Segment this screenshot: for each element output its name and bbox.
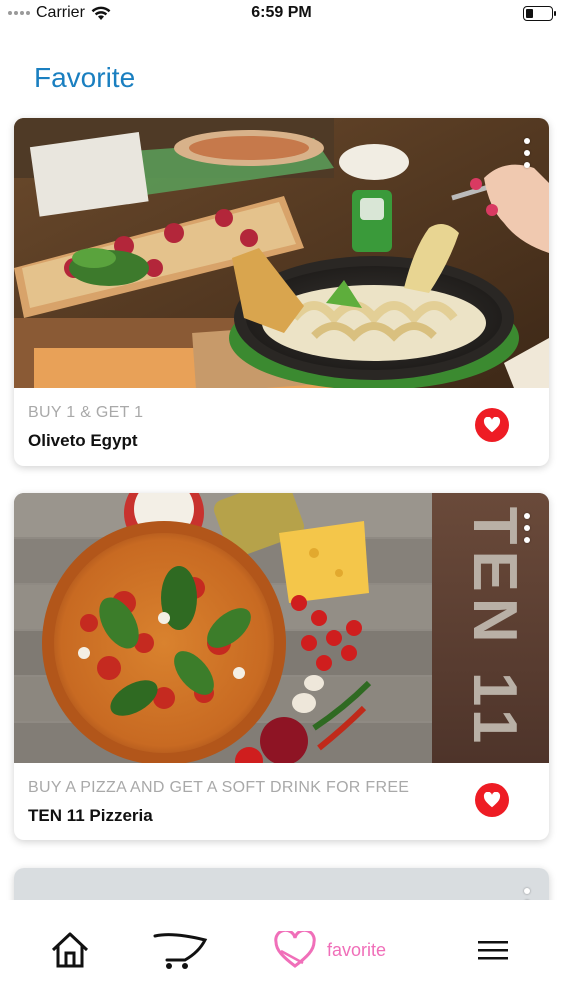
promo-text: BUY 1 & GET 1: [28, 404, 144, 421]
favorite-card[interactable]: TEN 11 BUY A PIZZA AND GET A SOFT DRINK …: [14, 493, 549, 840]
heart-icon: [483, 792, 501, 808]
battery-icon: [523, 6, 556, 21]
card-info: BUY 1 & GET 1 Oliveto Egypt: [14, 388, 549, 466]
restaurant-image[interactable]: [14, 118, 549, 388]
tab-menu[interactable]: [476, 928, 510, 972]
restaurant-image[interactable]: TEN 11: [14, 493, 549, 763]
favorite-heart-button[interactable]: [475, 783, 509, 817]
status-bar: Carrier 6:59 PM: [0, 0, 563, 30]
food-photo-pizza: TEN 11: [14, 493, 549, 763]
favorite-card[interactable]: BUY 1 & GET 1 Oliveto Egypt: [14, 118, 549, 466]
status-time: 6:59 PM: [251, 4, 312, 21]
cart-icon: [153, 933, 208, 969]
tab-home[interactable]: [50, 928, 90, 972]
tab-favorite[interactable]: favorite: [273, 928, 386, 972]
restaurant-name: TEN 11 Pizzeria: [28, 806, 153, 825]
tab-cart[interactable]: [153, 928, 209, 972]
restaurant-name: Oliveto Egypt: [28, 431, 138, 450]
promo-text: BUY A PIZZA AND GET A SOFT DRINK FOR FRE…: [28, 779, 410, 796]
heart-outline-icon: [274, 931, 316, 968]
page-title: Favorite: [34, 62, 136, 93]
tab-favorite-label: favorite: [327, 939, 387, 960]
more-options-icon[interactable]: [519, 138, 535, 168]
more-options-icon[interactable]: [519, 513, 535, 543]
heart-icon: [483, 417, 501, 433]
ten11-sign-text: TEN 11: [460, 507, 529, 750]
tab-bar: favorite: [0, 900, 563, 1000]
favorite-heart-button[interactable]: [475, 408, 509, 442]
menu-icon: [478, 941, 508, 960]
battery-level: [526, 9, 533, 18]
food-photo-pasta-pizza: [14, 118, 549, 388]
card-info: BUY A PIZZA AND GET A SOFT DRINK FOR FRE…: [14, 763, 549, 840]
home-icon: [51, 932, 89, 968]
